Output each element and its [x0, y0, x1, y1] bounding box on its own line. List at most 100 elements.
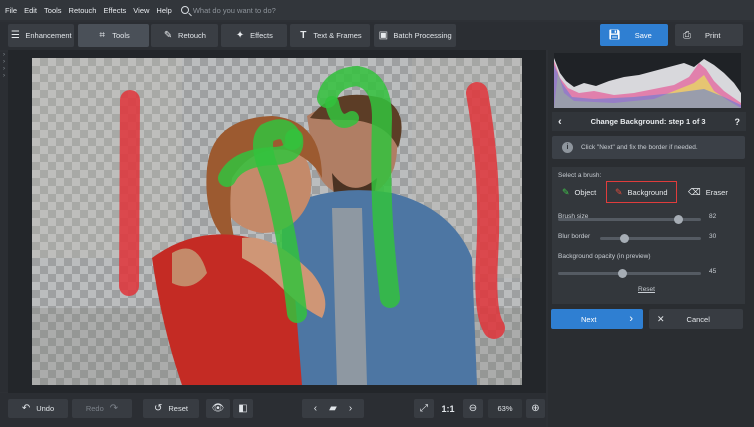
- cancel-button[interactable]: ✕ Cancel: [649, 309, 743, 329]
- chevron-right-icon: ›: [3, 59, 5, 65]
- preview-toggle-button[interactable]: 👁︎: [206, 399, 230, 418]
- brush-size-slider[interactable]: [558, 215, 701, 224]
- slider-knob[interactable]: [619, 234, 629, 243]
- blur-border-slider[interactable]: [600, 234, 701, 243]
- images-icon: ▣: [378, 30, 389, 41]
- cancel-label: Cancel: [686, 314, 710, 324]
- step-header: ‹ Change Background: step 1 of 3 ?: [552, 112, 746, 131]
- text-icon: T: [300, 30, 307, 41]
- plus-icon: ⊕: [531, 403, 540, 414]
- print-button[interactable]: ⎙ Print: [675, 24, 743, 46]
- info-icon: i: [562, 142, 573, 153]
- printer-icon: ⎙: [683, 29, 691, 41]
- brush-object-label: Object: [574, 187, 597, 197]
- zoom-in-button[interactable]: ⊕: [526, 399, 545, 418]
- close-icon: ✕: [657, 313, 665, 324]
- hint-text: Click "Next" and fix the border if neede…: [581, 144, 698, 151]
- slider-knob[interactable]: [673, 215, 683, 224]
- blur-border-label: Blur border: [558, 233, 591, 240]
- tab-batch-processing[interactable]: ▣ Batch Processing: [374, 24, 456, 47]
- next-label: Next: [581, 314, 597, 324]
- reset-brush-link[interactable]: Reset: [638, 286, 655, 293]
- chevron-right-icon[interactable]: ›: [349, 403, 352, 414]
- next-button[interactable]: Next ›: [551, 309, 643, 329]
- brush-icon: ✎: [163, 30, 173, 41]
- right-panel: ‹ Change Background: step 1 of 3 ? i Cli…: [548, 50, 754, 427]
- tab-label: Text & Frames: [313, 31, 362, 40]
- actual-size-button[interactable]: 1:1: [438, 399, 458, 418]
- tab-label: Effects: [250, 31, 273, 40]
- sliders-icon: ☰: [10, 30, 20, 41]
- file-navigation: ‹ ▰ ›: [302, 399, 364, 418]
- tab-label: Enhancement: [25, 31, 72, 40]
- menu-file[interactable]: File: [5, 6, 17, 15]
- menu-bar: File Edit Tools Retouch Effects View Hel…: [0, 0, 754, 20]
- tab-label: Tools: [112, 31, 130, 40]
- redo-button[interactable]: Redo ↷: [72, 399, 132, 418]
- photo-canvas[interactable]: [32, 58, 522, 385]
- left-panel-toggle[interactable]: › › › ›: [0, 52, 8, 392]
- redo-label: Redo: [85, 404, 104, 413]
- tab-tools[interactable]: ⌗ Tools: [78, 24, 149, 47]
- slider-knob[interactable]: [617, 269, 627, 278]
- brush-size-value: 82: [709, 213, 717, 220]
- back-arrow-icon[interactable]: ‹: [558, 116, 562, 128]
- crop-icon: ⌗: [99, 30, 106, 41]
- print-label: Print: [705, 30, 721, 40]
- folder-icon[interactable]: ▰: [329, 403, 337, 414]
- canvas-area: [8, 50, 546, 393]
- tab-label: Batch Processing: [393, 31, 452, 40]
- compare-button[interactable]: ◧: [233, 399, 253, 418]
- brush-eraser-label: Eraser: [705, 187, 728, 197]
- menu-tools[interactable]: Tools: [44, 6, 62, 15]
- fit-screen-icon: ⤢: [420, 403, 428, 414]
- undo-label: Undo: [36, 404, 55, 413]
- bg-opacity-label: Background opacity (in preview): [558, 253, 651, 260]
- chevron-right-icon: ›: [3, 52, 5, 58]
- reset-label: Reset: [168, 404, 188, 413]
- save-button[interactable]: 💾︎ Save: [600, 24, 668, 46]
- bg-opacity-value: 45: [709, 268, 717, 275]
- histogram: [554, 53, 741, 108]
- menu-effects[interactable]: Effects: [103, 6, 126, 15]
- menu-view[interactable]: View: [133, 6, 149, 15]
- brush-background-label: Background: [627, 187, 668, 197]
- save-label: Save: [634, 30, 652, 40]
- zoom-value[interactable]: 63%: [488, 399, 522, 418]
- tab-text-frames[interactable]: T Text & Frames: [290, 24, 370, 47]
- tab-label: Retouch: [178, 31, 206, 40]
- bg-opacity-slider[interactable]: [558, 269, 701, 278]
- undo-button[interactable]: ↶ Undo: [8, 399, 68, 418]
- compare-icon: ◧: [238, 403, 248, 414]
- minus-icon: ⊖: [468, 403, 478, 414]
- chevron-right-icon: ›: [629, 313, 633, 325]
- undo-icon: ↶: [21, 403, 31, 414]
- chevron-right-icon: ›: [3, 66, 5, 72]
- reset-button[interactable]: ↺ Reset: [143, 399, 199, 418]
- tab-effects[interactable]: ✦ Effects: [221, 24, 287, 47]
- menu-edit[interactable]: Edit: [24, 6, 37, 15]
- search-icon: [180, 6, 189, 14]
- help-button[interactable]: ?: [734, 117, 740, 127]
- blur-border-value: 30: [709, 233, 717, 240]
- hint-box: i Click "Next" and fix the border if nee…: [552, 136, 745, 159]
- search-placeholder: What do you want to do?: [192, 5, 276, 15]
- chevron-left-icon[interactable]: ‹: [314, 403, 317, 414]
- menu-help[interactable]: Help: [156, 6, 171, 15]
- menu-retouch[interactable]: Retouch: [69, 6, 97, 15]
- eraser-icon: ⌫: [688, 186, 701, 197]
- zoom-out-button[interactable]: ⊖: [463, 399, 483, 418]
- tab-retouch[interactable]: ✎ Retouch: [151, 24, 218, 47]
- photo-illustration: [32, 58, 522, 385]
- eye-icon: 👁︎: [211, 403, 225, 414]
- brush-background[interactable]: ✎ Background: [606, 181, 677, 203]
- object-brush-icon: ✎: [562, 186, 570, 197]
- floppy-icon: 💾︎: [608, 29, 621, 41]
- reset-icon: ↺: [154, 403, 163, 414]
- sparkle-icon: ✦: [235, 30, 245, 41]
- brush-eraser[interactable]: ⌫ Eraser: [688, 181, 728, 203]
- menu-search[interactable]: What do you want to do?: [180, 5, 276, 15]
- brush-object[interactable]: ✎ Object: [562, 181, 596, 203]
- tab-enhancement[interactable]: ☰ Enhancement: [8, 24, 74, 47]
- fit-to-screen-button[interactable]: ⤢: [414, 399, 434, 418]
